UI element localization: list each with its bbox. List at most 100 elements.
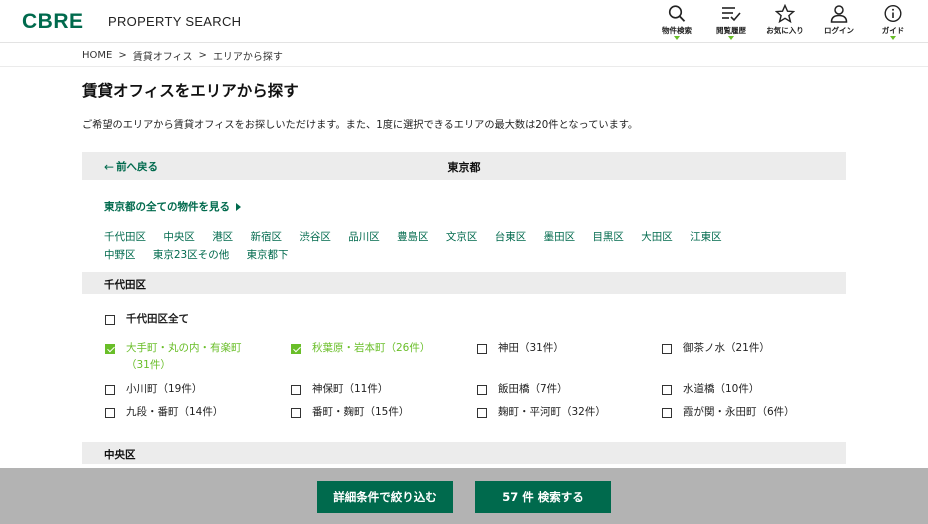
checkbox-label: 神田（31件）	[498, 342, 564, 354]
nav-label: 物件検索	[662, 26, 692, 35]
checkbox-label: 千代田区全て	[126, 313, 189, 325]
checkbox-chiyoda-all[interactable]: 千代田区全て	[105, 311, 189, 328]
nav-favorites[interactable]: お気に入り	[758, 3, 812, 41]
checkbox-icon[interactable]	[105, 314, 115, 325]
ward-link-ota[interactable]: 大田区	[641, 228, 673, 246]
nav-login[interactable]: ログイン	[812, 3, 866, 41]
section-header-chiyoda: 千代田区	[82, 272, 846, 294]
site-title: PROPERTY SEARCH	[108, 14, 242, 29]
ward-link-shibuya[interactable]: 渋谷区	[299, 228, 331, 246]
checkbox-otemachi[interactable]: 大手町・丸の内・有楽町 （31件）	[105, 340, 280, 374]
breadcrumb-current: エリアから探す	[212, 52, 283, 63]
divider	[0, 66, 928, 67]
checkbox-label: 霞が関・永田町（6件）	[683, 406, 795, 418]
checked-checkbox-icon[interactable]	[105, 343, 115, 354]
checkbox-icon[interactable]	[291, 384, 301, 395]
checkbox-kojimachi-hirakawacho[interactable]: 麹町・平河町（32件）	[477, 404, 606, 421]
star-icon	[775, 4, 795, 24]
checkbox-label: 大手町・丸の内・有楽町 （31件）	[126, 340, 242, 374]
ward-link-tokyo23-other[interactable]: 東京23区その他	[153, 246, 229, 264]
checkbox-label: 御茶ノ水（21件）	[683, 342, 770, 354]
checkbox-icon[interactable]	[477, 384, 487, 395]
dropdown-indicator-icon	[728, 36, 734, 40]
checkbox-suidobashi[interactable]: 水道橋（10件）	[662, 381, 759, 398]
nav-label: ガイド	[881, 26, 905, 35]
page-title: 賃貸オフィスをエリアから探す	[82, 82, 299, 100]
ward-link-chuo[interactable]: 中央区	[163, 228, 195, 246]
cbre-logo[interactable]: CBRE	[22, 10, 84, 34]
ward-link-koto[interactable]: 江東区	[690, 228, 722, 246]
footer-action-bar: 詳細条件で絞り込む 57 件 検索する	[0, 468, 928, 524]
nav-property-search[interactable]: 物件検索	[650, 3, 704, 41]
header-nav: 物件検索 閲覧履歴 お気に入り ログイン ガイド	[650, 3, 920, 41]
nav-label: ログイン	[824, 26, 854, 35]
checkbox-label: 飯田橋（7件）	[498, 383, 568, 395]
search-icon	[668, 5, 686, 22]
ward-link-taito[interactable]: 台東区	[495, 228, 527, 246]
checkbox-label: 小川町（19件）	[126, 383, 203, 395]
breadcrumb-home[interactable]: HOME	[82, 50, 112, 61]
checked-checkbox-icon[interactable]	[291, 343, 301, 354]
region-title: 東京都	[447, 161, 481, 174]
region-header-bar: ← 前へ戻る 東京都	[82, 152, 846, 180]
checkbox-akihabara[interactable]: 秋葉原・岩本町（26件）	[291, 340, 430, 357]
breadcrumb: HOME > 賃貸オフィス > エリアから探す	[82, 48, 283, 63]
ward-links-row: 中野区 東京23区その他 東京都下	[104, 246, 824, 264]
filter-conditions-button[interactable]: 詳細条件で絞り込む	[317, 481, 453, 513]
checkbox-iidabashi[interactable]: 飯田橋（7件）	[477, 381, 568, 398]
ward-link-shinagawa[interactable]: 品川区	[348, 228, 380, 246]
dropdown-indicator-icon	[674, 36, 680, 40]
checkbox-kudan[interactable]: 九段・番町（14件）	[105, 404, 223, 421]
checkbox-icon[interactable]	[662, 384, 672, 395]
ward-link-chiyoda[interactable]: 千代田区	[104, 228, 146, 246]
nav-history[interactable]: 閲覧履歴	[704, 3, 758, 41]
ward-link-toshima[interactable]: 豊島区	[397, 228, 429, 246]
nav-label: お気に入り	[766, 26, 804, 35]
ward-link-minato[interactable]: 港区	[212, 228, 233, 246]
checkbox-icon[interactable]	[105, 407, 115, 418]
checkbox-kanda[interactable]: 神田（31件）	[477, 340, 564, 357]
ward-links: 千代田区 中央区 港区 新宿区 渋谷区 品川区 豊島区 文京区 台東区 墨田区 …	[104, 228, 824, 264]
section-title: 中央区	[104, 449, 136, 461]
checkbox-label: 水道橋（10件）	[683, 383, 760, 395]
all-properties-link[interactable]: 東京都の全ての物件を見る	[104, 199, 241, 214]
checkbox-icon[interactable]	[662, 343, 672, 354]
checkbox-label: 麹町・平河町（32件）	[498, 406, 606, 418]
checkbox-icon[interactable]	[662, 407, 672, 418]
checkbox-jimbocho[interactable]: 神保町（11件）	[291, 381, 388, 398]
checkbox-label-count: （31件）	[126, 359, 171, 371]
checkbox-icon[interactable]	[477, 343, 487, 354]
checkbox-label: 九段・番町（14件）	[126, 406, 224, 418]
checkbox-ogawamachi[interactable]: 小川町（19件）	[105, 381, 202, 398]
checkbox-label: 神保町（11件）	[312, 383, 389, 395]
user-icon	[830, 5, 848, 23]
checkbox-bancho-kojimachi[interactable]: 番町・麹町（15件）	[291, 404, 409, 421]
ward-link-shinjuku[interactable]: 新宿区	[251, 228, 283, 246]
info-icon	[884, 4, 902, 23]
ward-link-tokyo-suburbs[interactable]: 東京都下	[247, 246, 289, 264]
breadcrumb-rental-office[interactable]: 賃貸オフィス	[133, 48, 193, 63]
checkbox-label-name: 大手町・丸の内・有楽町	[126, 342, 242, 354]
dropdown-indicator-icon	[890, 36, 896, 40]
intro-text: ご希望のエリアから賃貸オフィスをお探しいただけます。また、1度に選択できるエリア…	[82, 120, 639, 131]
ward-link-bunkyo[interactable]: 文京区	[446, 228, 478, 246]
triangle-right-icon	[236, 202, 241, 211]
checkbox-ochanomizu[interactable]: 御茶ノ水（21件）	[662, 340, 770, 357]
ward-links-row: 千代田区 中央区 港区 新宿区 渋谷区 品川区 豊島区 文京区 台東区 墨田区 …	[104, 228, 824, 246]
ward-link-nakano[interactable]: 中野区	[104, 246, 136, 264]
breadcrumb-separator: >	[118, 50, 127, 61]
history-list-icon	[722, 7, 741, 22]
section-title: 千代田区	[104, 279, 146, 291]
checkbox-icon[interactable]	[477, 407, 487, 418]
ward-link-sumida[interactable]: 墨田区	[544, 228, 576, 246]
checkbox-icon[interactable]	[291, 407, 301, 418]
nav-guide[interactable]: ガイド	[866, 3, 920, 41]
all-properties-label: 東京都の全ての物件を見る	[104, 201, 230, 213]
site-header: CBRE PROPERTY SEARCH 物件検索 閲覧履歴 お気に入り ログイ…	[0, 0, 928, 43]
section-header-chuo: 中央区	[82, 442, 846, 464]
search-button[interactable]: 57 件 検索する	[475, 481, 611, 513]
nav-label: 閲覧履歴	[716, 26, 746, 35]
ward-link-meguro[interactable]: 目黒区	[592, 228, 624, 246]
checkbox-kasumigaseki[interactable]: 霞が関・永田町（6件）	[662, 404, 795, 421]
checkbox-icon[interactable]	[105, 384, 115, 395]
